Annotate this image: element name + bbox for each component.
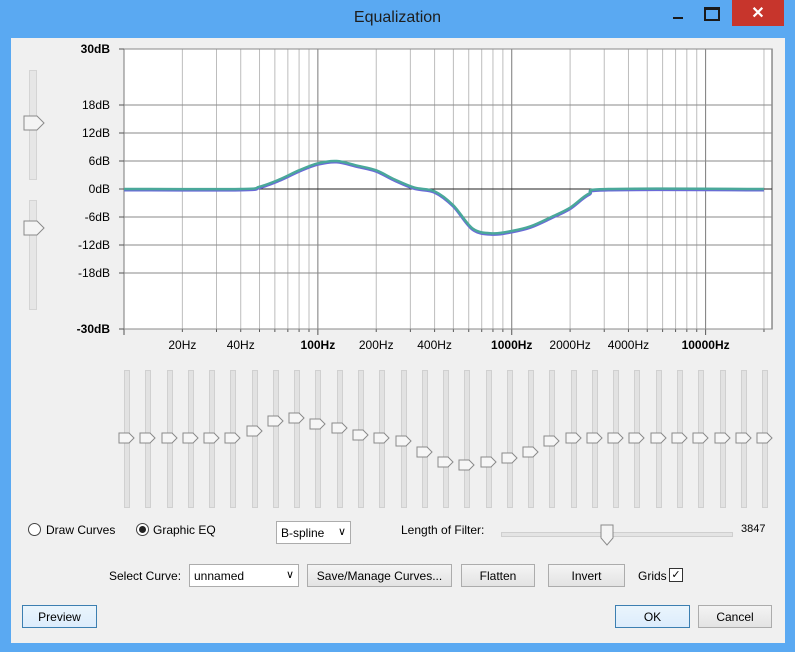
band-slider-thumb-shape — [331, 422, 348, 434]
select-curve-label: Select Curve: — [109, 569, 182, 583]
band-slider-thumb-shape — [714, 432, 731, 444]
band-slider-thumb[interactable] — [480, 456, 497, 468]
band-slider-thumb-shape — [437, 456, 454, 468]
band-slider-thumb[interactable] — [565, 432, 582, 444]
band-slider-thumb[interactable] — [182, 432, 199, 444]
band-slider[interactable] — [421, 370, 428, 508]
band-slider-thumb[interactable] — [246, 425, 263, 437]
chevron-down-icon: ∨ — [337, 526, 346, 538]
interpolation-value: B-spline — [281, 525, 325, 540]
save-manage-curves-button[interactable]: Save/Manage Curves... — [307, 564, 452, 587]
band-slider-thumb[interactable] — [692, 432, 709, 444]
band-slider-thumb[interactable] — [373, 432, 390, 444]
dialog-body: 30dB 18dB 12dB 6dB 0dB -6dB -12dB -18dB -30dB 20H… — [11, 38, 785, 643]
band-slider-thumb[interactable] — [288, 412, 305, 424]
band-slider-thumb-shape — [692, 432, 709, 444]
equalization-window: Equalization ✕ 30dB 18dB 12dB 6dB 0dB -6dB -12… — [0, 0, 795, 652]
band-slider[interactable] — [294, 370, 301, 508]
band-slider[interactable] — [272, 370, 279, 508]
preview-button[interactable]: Preview — [22, 605, 97, 628]
graphic-eq-label[interactable]: Graphic EQ — [153, 523, 216, 537]
band-slider-thumb[interactable] — [309, 418, 327, 430]
band-slider[interactable] — [251, 370, 258, 508]
band-slider-thumb-shape — [288, 412, 305, 424]
band-slider-thumb[interactable] — [224, 432, 242, 444]
band-slider-thumb-shape — [565, 432, 582, 444]
filter-length-label: Length of Filter: — [401, 523, 485, 537]
band-slider-thumb[interactable] — [139, 432, 156, 444]
draw-curves-radio[interactable] — [28, 523, 41, 536]
invert-button[interactable]: Invert — [548, 564, 625, 587]
band-slider[interactable] — [506, 370, 513, 508]
band-slider-thumb[interactable] — [437, 456, 454, 468]
band-sliders — [11, 0, 785, 520]
band-slider-thumb-shape — [628, 432, 646, 444]
band-slider-thumb-shape — [607, 432, 624, 444]
band-slider-thumb[interactable] — [650, 432, 667, 444]
band-slider-thumb[interactable] — [352, 429, 369, 441]
band-slider[interactable] — [443, 370, 450, 508]
band-slider-thumb-shape — [139, 432, 156, 444]
chevron-down-icon: ∨ — [285, 569, 294, 581]
band-slider-thumb-shape — [458, 459, 476, 471]
band-slider-thumb-shape — [118, 432, 135, 444]
grids-label[interactable]: Grids — [638, 569, 667, 583]
interpolation-select[interactable]: B-spline ∨ — [276, 521, 351, 544]
band-slider-thumb[interactable] — [118, 432, 135, 444]
band-slider-thumb[interactable] — [161, 432, 178, 444]
band-slider-thumb-shape — [501, 452, 518, 464]
filter-length-value: 3847 — [741, 523, 766, 535]
filter-length-thumb[interactable] — [600, 524, 614, 546]
filter-length-slider[interactable] — [501, 532, 733, 537]
band-slider-thumb[interactable] — [671, 432, 688, 444]
band-slider-thumb[interactable] — [501, 452, 518, 464]
band-slider[interactable] — [485, 370, 492, 508]
band-slider-thumb-shape — [352, 429, 369, 441]
band-slider-thumb[interactable] — [607, 432, 624, 444]
cancel-button[interactable]: Cancel — [698, 605, 772, 628]
band-slider-thumb-shape — [224, 432, 242, 444]
band-slider[interactable] — [315, 370, 322, 508]
draw-curves-label[interactable]: Draw Curves — [46, 523, 115, 537]
band-slider-thumb[interactable] — [331, 422, 348, 434]
band-slider-thumb-shape — [373, 432, 390, 444]
band-slider-thumb[interactable] — [416, 446, 433, 458]
band-slider-thumb[interactable] — [543, 435, 561, 447]
band-slider-thumb[interactable] — [395, 435, 412, 447]
band-slider-thumb-shape — [735, 432, 752, 444]
band-slider-thumb[interactable] — [522, 446, 539, 458]
band-slider-thumb-shape — [671, 432, 688, 444]
band-slider-thumb[interactable] — [203, 432, 220, 444]
band-slider-thumb-shape — [161, 432, 178, 444]
band-slider[interactable] — [336, 370, 343, 508]
band-slider-thumb-shape — [650, 432, 667, 444]
band-slider-thumb[interactable] — [458, 459, 476, 471]
band-slider-thumb[interactable] — [735, 432, 752, 444]
band-slider[interactable] — [464, 370, 471, 508]
band-slider-thumb[interactable] — [714, 432, 731, 444]
band-slider-thumb-shape — [182, 432, 199, 444]
band-slider-thumb[interactable] — [267, 415, 284, 427]
band-slider-thumb-shape — [267, 415, 284, 427]
band-slider-thumb-shape — [395, 435, 412, 447]
flatten-button[interactable]: Flatten — [461, 564, 535, 587]
band-slider-thumb-shape — [543, 435, 561, 447]
grids-checkbox[interactable]: ✓ — [669, 568, 683, 582]
band-slider-thumb-shape — [756, 432, 773, 444]
band-slider-thumb[interactable] — [756, 432, 773, 444]
select-curve-dropdown[interactable]: unnamed ∨ — [189, 564, 299, 587]
ok-button[interactable]: OK — [615, 605, 690, 628]
band-slider-thumb-shape — [246, 425, 263, 437]
band-slider[interactable] — [528, 370, 535, 508]
band-slider-thumb-shape — [522, 446, 539, 458]
select-curve-value: unnamed — [194, 568, 245, 583]
band-slider-thumb-shape — [480, 456, 497, 468]
graphic-eq-radio[interactable] — [136, 523, 149, 536]
band-slider-thumb-shape — [416, 446, 433, 458]
band-slider-thumb-shape — [203, 432, 220, 444]
band-slider-thumb[interactable] — [586, 432, 603, 444]
band-slider-thumb-shape — [586, 432, 603, 444]
band-slider-thumb-shape — [309, 418, 327, 430]
band-slider-thumb[interactable] — [628, 432, 646, 444]
